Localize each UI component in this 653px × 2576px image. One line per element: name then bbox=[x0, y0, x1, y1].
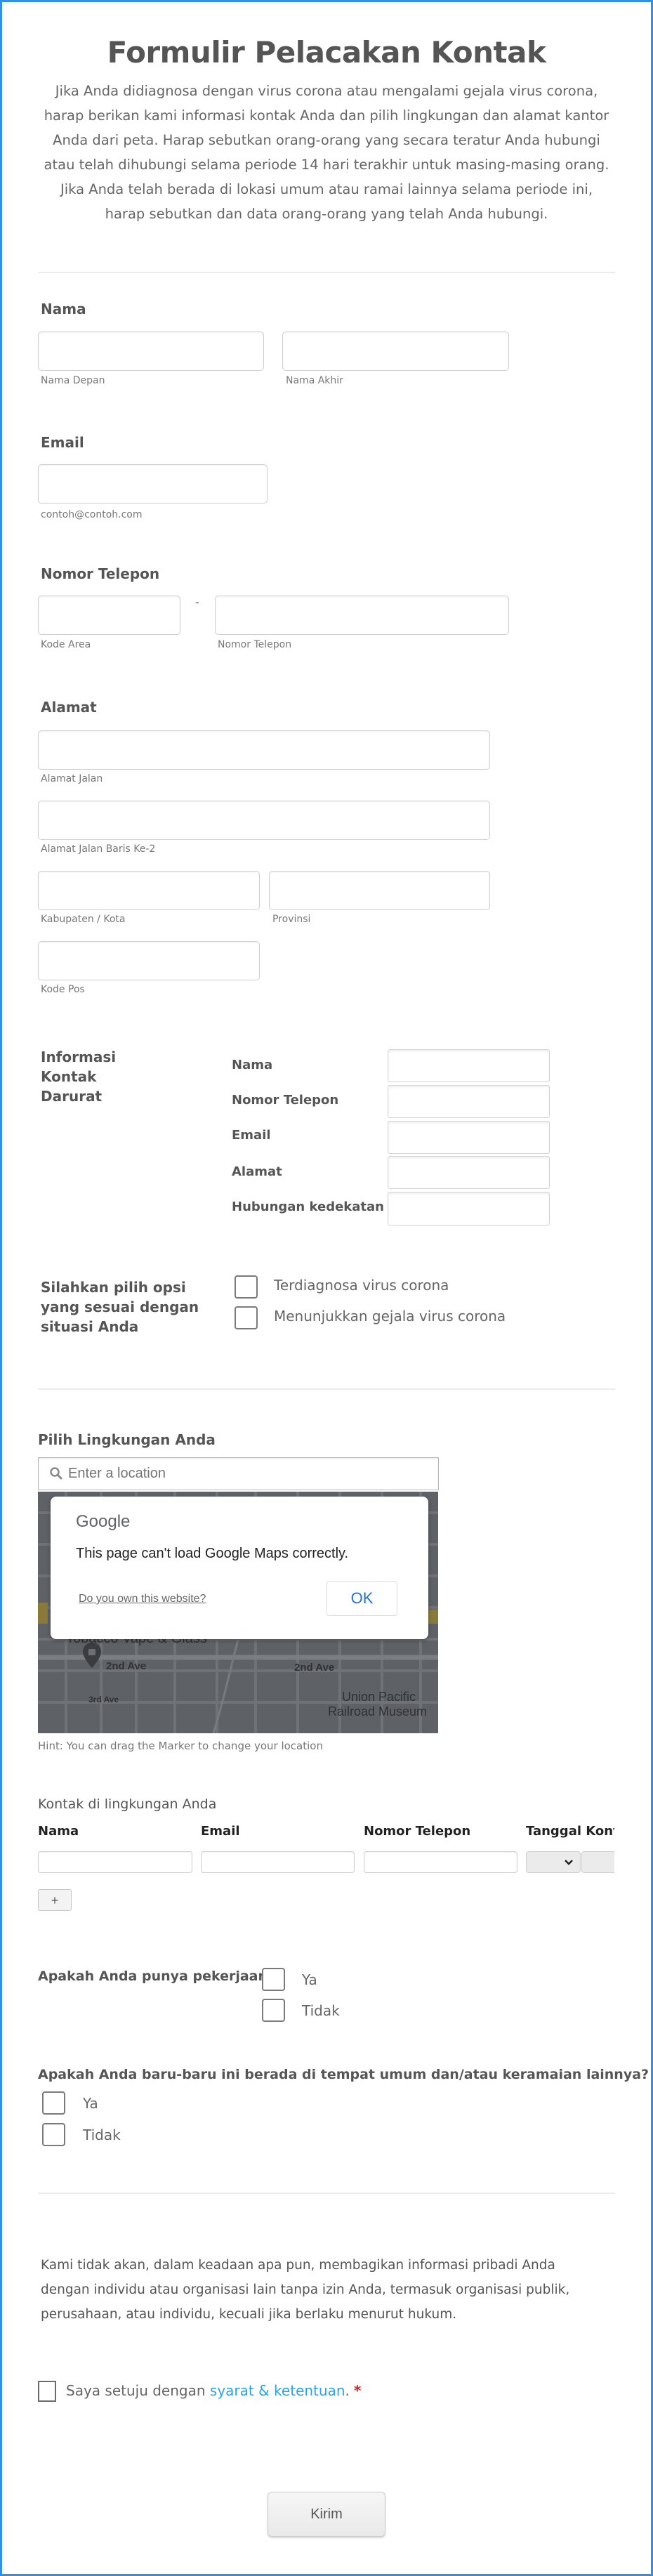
contact-date-select-2[interactable] bbox=[581, 1851, 614, 1873]
job-question-label: Apakah Anda punya pekerjaan? bbox=[38, 1969, 276, 1984]
map-canvas[interactable]: Tobacco Vape & Glass 2nd Ave 2nd Ave 3rd… bbox=[38, 1492, 438, 1733]
terms-prefix: Saya setuju dengan bbox=[66, 2382, 210, 2399]
own-website-link[interactable]: Do you own this website? bbox=[79, 1593, 206, 1605]
contacts-table-label: Kontak di lingkungan Anda bbox=[38, 1796, 217, 1812]
column-header-contact-date: Tanggal Konta bbox=[526, 1824, 614, 1839]
form-description: Jika Anda didiagnosa dengan virus corona… bbox=[44, 83, 609, 222]
province-input[interactable] bbox=[269, 871, 490, 910]
street-address-sublabel: Alamat Jalan bbox=[41, 773, 103, 784]
city-input[interactable] bbox=[38, 871, 260, 910]
maps-error-dialog: Google This page can't load Google Maps … bbox=[51, 1497, 428, 1639]
terms-text: Saya setuju dengan syarat & ketentuan. * bbox=[66, 2382, 361, 2399]
column-header-name: Nama bbox=[38, 1824, 79, 1839]
emergency-address-label: Alamat bbox=[232, 1164, 282, 1179]
postal-code-input[interactable] bbox=[38, 941, 260, 980]
first-name-input[interactable] bbox=[38, 331, 264, 371]
email-input[interactable] bbox=[38, 464, 268, 504]
contact-name-input[interactable] bbox=[38, 1851, 192, 1873]
maps-error-message: This page can't load Google Maps correct… bbox=[76, 1546, 349, 1561]
emergency-email-label: Email bbox=[232, 1128, 271, 1143]
submit-button[interactable]: Kirim bbox=[268, 2492, 385, 2537]
add-row-button[interactable]: + bbox=[38, 1889, 72, 1911]
emergency-relationship-input[interactable] bbox=[388, 1192, 550, 1225]
map-marker-icon[interactable] bbox=[83, 1643, 101, 1668]
map-label-2nd-ave-west: 2nd Ave bbox=[106, 1660, 147, 1672]
map-label-3rd-ave: 3rd Ave bbox=[88, 1695, 119, 1704]
terms-checkbox[interactable] bbox=[38, 2381, 56, 2402]
section-divider bbox=[38, 1388, 615, 1390]
emergency-phone-label: Nomor Telepon bbox=[232, 1093, 339, 1108]
location-search-input[interactable]: Enter a location bbox=[38, 1457, 439, 1490]
map-label: Pilih Lingkungan Anda bbox=[38, 1431, 216, 1448]
contact-email-input[interactable] bbox=[201, 1851, 355, 1873]
phone-number-input[interactable] bbox=[215, 596, 509, 635]
emergency-name-label: Nama bbox=[232, 1058, 273, 1072]
crowd-question-label: Apakah Anda baru-baru ini berada di temp… bbox=[38, 2067, 649, 2082]
street-address-line2-input[interactable] bbox=[38, 801, 490, 840]
phone-label: Nomor Telepon bbox=[41, 565, 160, 582]
terms-suffix: . bbox=[345, 2382, 350, 2399]
area-code-sublabel: Kode Area bbox=[41, 639, 91, 650]
crowd-no-checkbox[interactable] bbox=[42, 2123, 65, 2146]
address-label: Alamat bbox=[41, 699, 97, 716]
emergency-name-input[interactable] bbox=[388, 1049, 550, 1082]
emergency-phone-input[interactable] bbox=[388, 1085, 550, 1118]
symptoms-checkbox[interactable] bbox=[235, 1306, 258, 1329]
street-address-line2-sublabel: Alamat Jalan Baris Ke-2 bbox=[41, 843, 156, 855]
emergency-email-input[interactable] bbox=[388, 1121, 550, 1154]
postal-code-sublabel: Kode Pos bbox=[41, 984, 85, 995]
job-yes-checkbox[interactable] bbox=[262, 1968, 285, 1991]
crowd-no-label: Tidak bbox=[83, 2127, 121, 2143]
map-label-union-pacific: Union Pacific bbox=[342, 1690, 416, 1704]
contact-phone-input[interactable] bbox=[364, 1851, 517, 1873]
last-name-sublabel: Nama Akhir bbox=[286, 375, 343, 386]
phone-number-sublabel: Nomor Telepon bbox=[218, 639, 292, 650]
form-title: Formulir Pelacakan Kontak bbox=[107, 35, 546, 70]
google-logo: Google bbox=[76, 1512, 131, 1531]
emergency-relationship-label: Hubungan kedekatan bbox=[232, 1200, 384, 1214]
terms-link[interactable]: syarat & ketentuan bbox=[210, 2382, 345, 2399]
privacy-notice: Kami tidak akan, dalam keadaan apa pun, … bbox=[41, 2258, 570, 2322]
job-yes-label: Ya bbox=[302, 1971, 317, 1988]
job-no-label: Tidak bbox=[302, 2002, 340, 2019]
column-header-email: Email bbox=[201, 1824, 240, 1839]
header-divider bbox=[38, 272, 615, 273]
area-code-input[interactable] bbox=[38, 596, 180, 635]
map-label-railroad-museum: Railroad Museum bbox=[328, 1704, 428, 1719]
email-sublabel: contoh@contoh.com bbox=[41, 509, 143, 520]
job-no-checkbox[interactable] bbox=[262, 1999, 285, 2022]
required-asterisk: * bbox=[353, 2382, 362, 2399]
crowd-yes-label: Ya bbox=[83, 2095, 98, 2112]
city-sublabel: Kabupaten / Kota bbox=[41, 914, 126, 925]
bottom-divider bbox=[38, 2193, 615, 2194]
search-icon bbox=[50, 1467, 62, 1480]
emergency-address-input[interactable] bbox=[388, 1156, 550, 1189]
email-label: Email bbox=[41, 434, 84, 451]
first-name-sublabel: Nama Depan bbox=[41, 375, 105, 386]
emergency-contact-label: Informasi Kontak Darurat bbox=[41, 1049, 117, 1105]
chevron-down-icon bbox=[565, 1860, 573, 1865]
situation-label: Silahkan pilih opsi yang sesuai dengan s… bbox=[41, 1279, 199, 1335]
contact-date-select[interactable] bbox=[526, 1851, 581, 1873]
location-search-placeholder: Enter a location bbox=[68, 1466, 166, 1481]
diagnosed-checkbox[interactable] bbox=[235, 1275, 258, 1299]
symptoms-option-label: Menunjukkan gejala virus corona bbox=[274, 1308, 506, 1325]
map-hint: Hint: You can drag the Marker to change … bbox=[38, 1740, 323, 1752]
map-label-2nd-ave-east: 2nd Ave bbox=[294, 1662, 335, 1674]
crowd-yes-checkbox[interactable] bbox=[42, 2091, 65, 2115]
column-header-phone: Nomor Telepon bbox=[364, 1824, 471, 1839]
street-address-input[interactable] bbox=[38, 730, 490, 770]
name-label: Nama bbox=[41, 301, 86, 317]
phone-separator: - bbox=[195, 596, 199, 609]
diagnosed-option-label: Terdiagnosa virus corona bbox=[274, 1277, 449, 1294]
province-sublabel: Provinsi bbox=[272, 914, 311, 925]
last-name-input[interactable] bbox=[282, 331, 509, 371]
ok-button[interactable]: OK bbox=[326, 1581, 397, 1616]
